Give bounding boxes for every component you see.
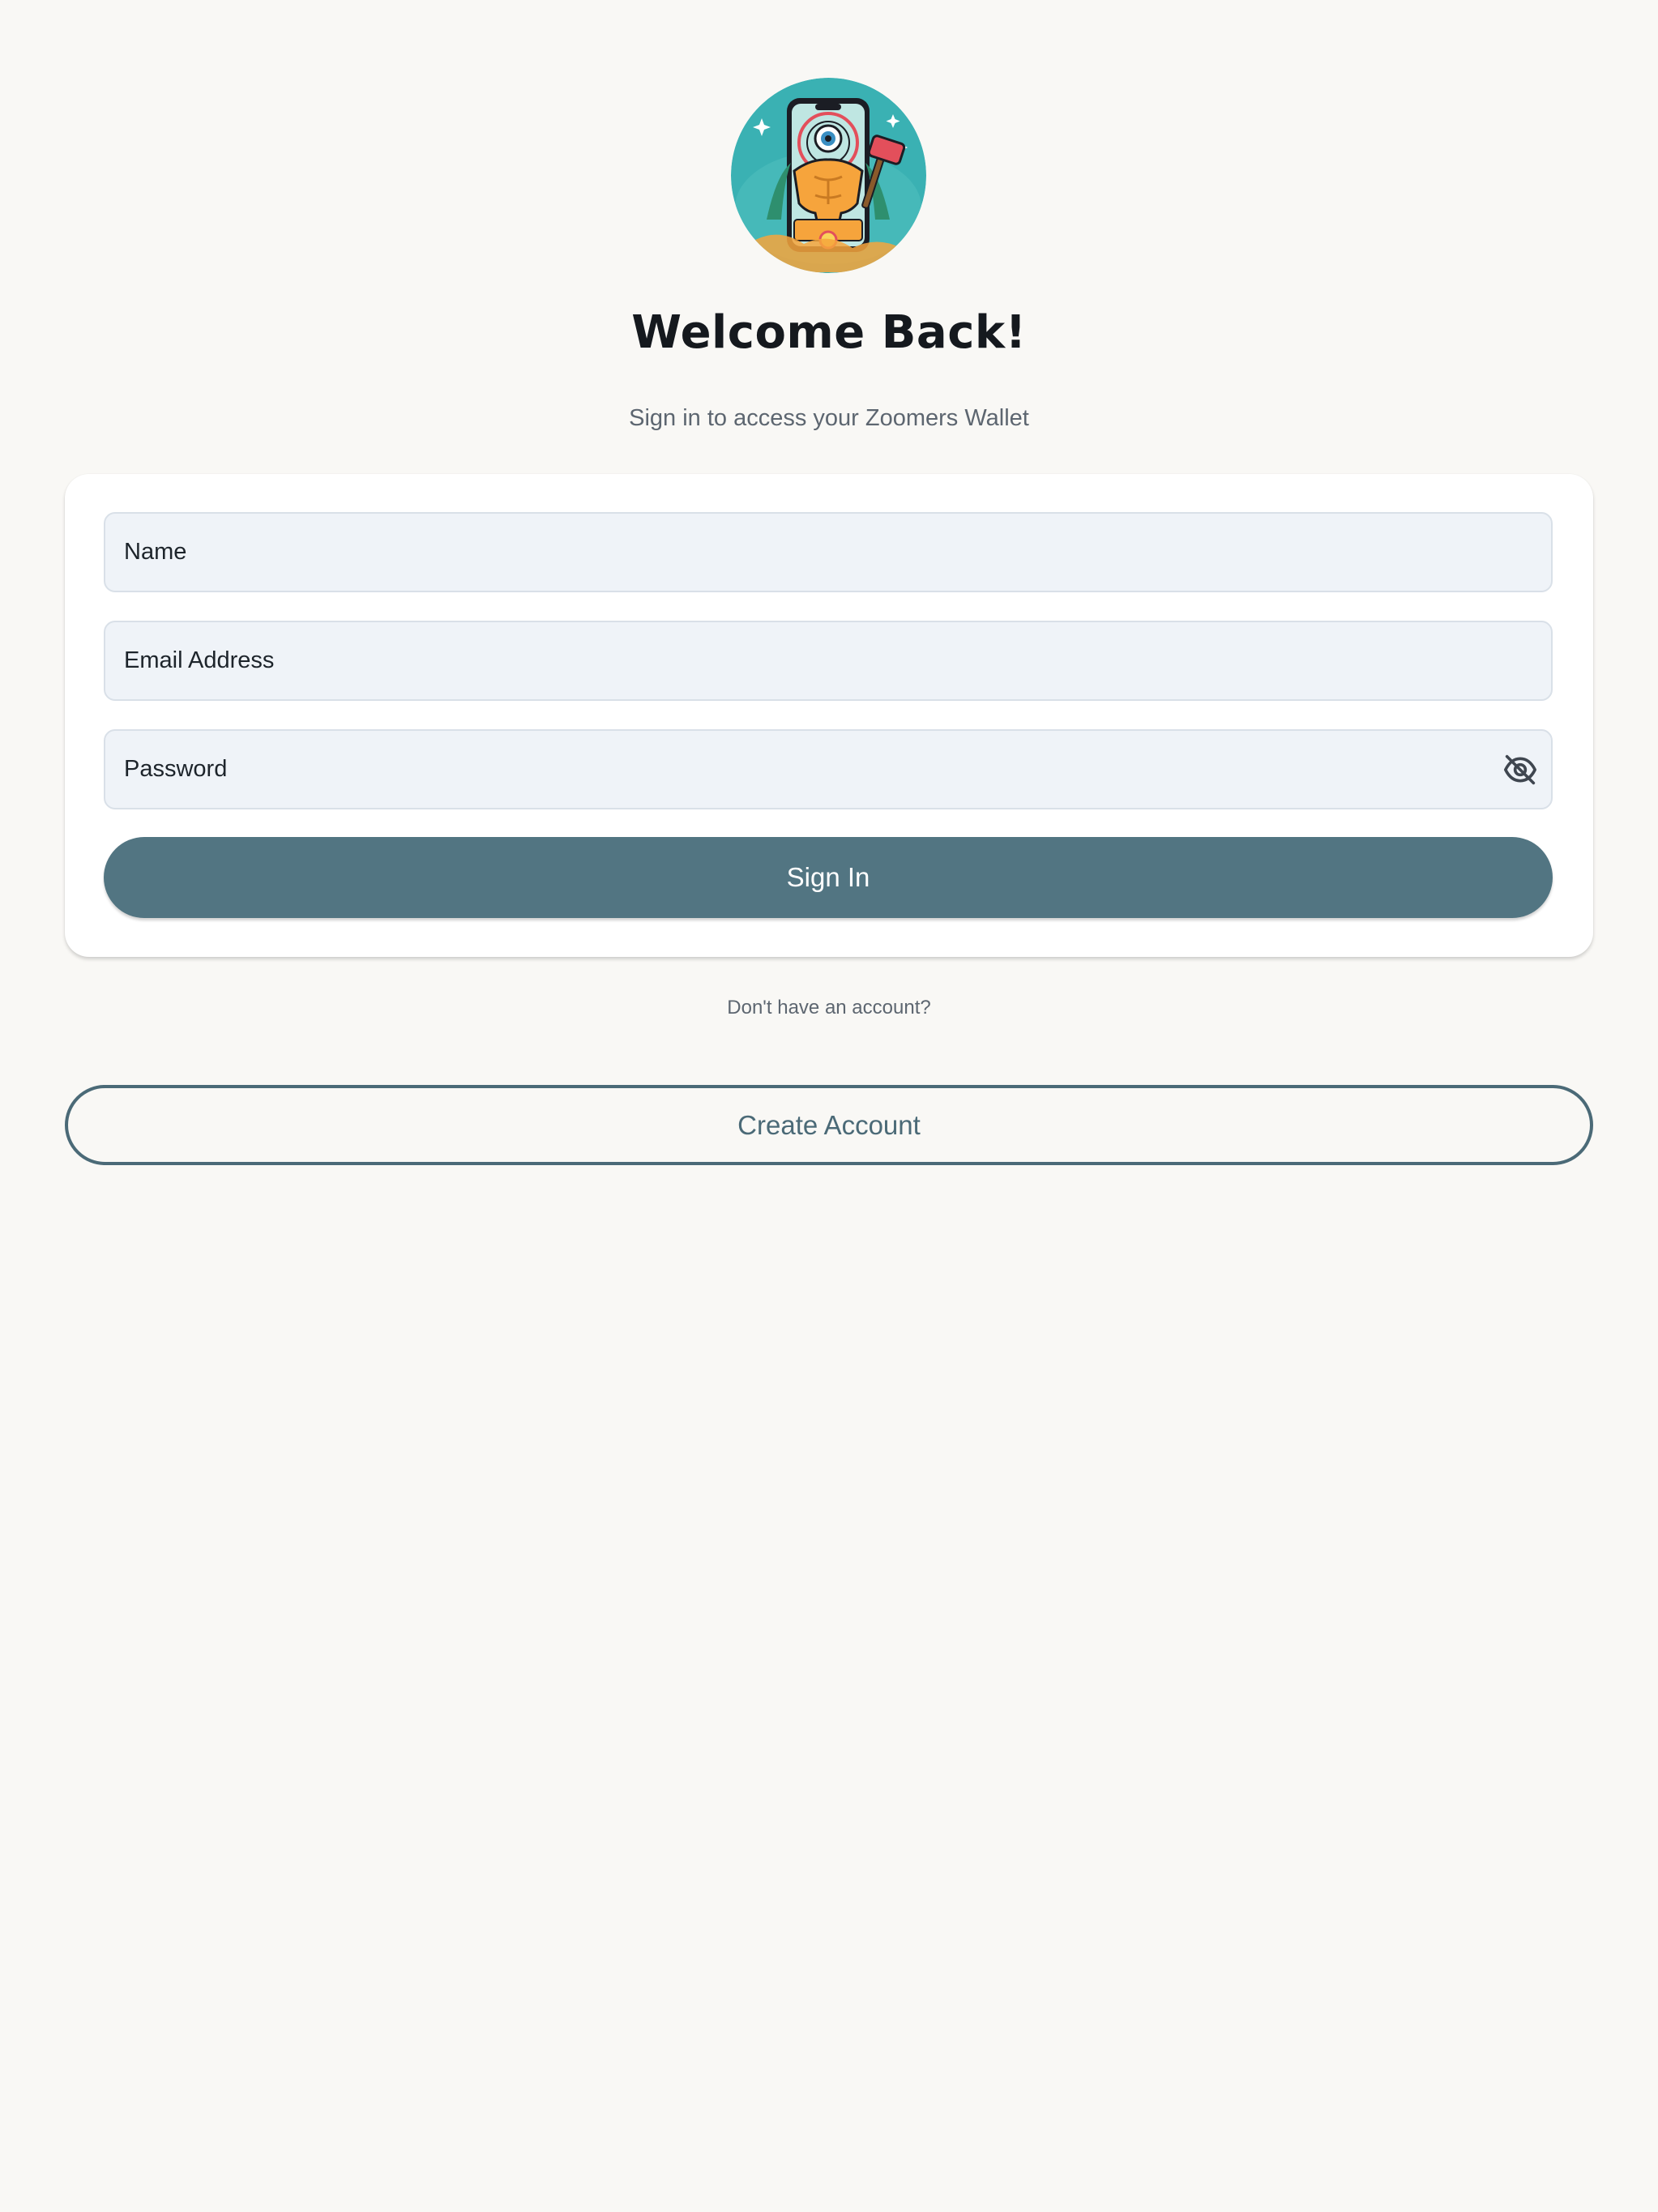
page-subtitle: Sign in to access your Zoomers Wallet bbox=[629, 405, 1029, 431]
password-input[interactable] bbox=[105, 731, 1551, 808]
page-title: Welcome Back! bbox=[631, 306, 1027, 359]
sign-in-button[interactable]: Sign In bbox=[104, 837, 1553, 918]
logo-illustration bbox=[731, 78, 926, 273]
no-account-text: Don't have an account? bbox=[727, 997, 931, 1018]
sign-in-card: Sign In bbox=[65, 474, 1593, 957]
name-field[interactable] bbox=[104, 512, 1553, 592]
email-field[interactable] bbox=[104, 621, 1553, 701]
create-account-button[interactable]: Create Account bbox=[65, 1085, 1593, 1165]
app-logo bbox=[731, 78, 926, 273]
eye-off-icon[interactable] bbox=[1502, 754, 1538, 786]
email-input[interactable] bbox=[105, 622, 1551, 699]
password-field[interactable] bbox=[104, 729, 1553, 809]
name-input[interactable] bbox=[105, 514, 1551, 591]
